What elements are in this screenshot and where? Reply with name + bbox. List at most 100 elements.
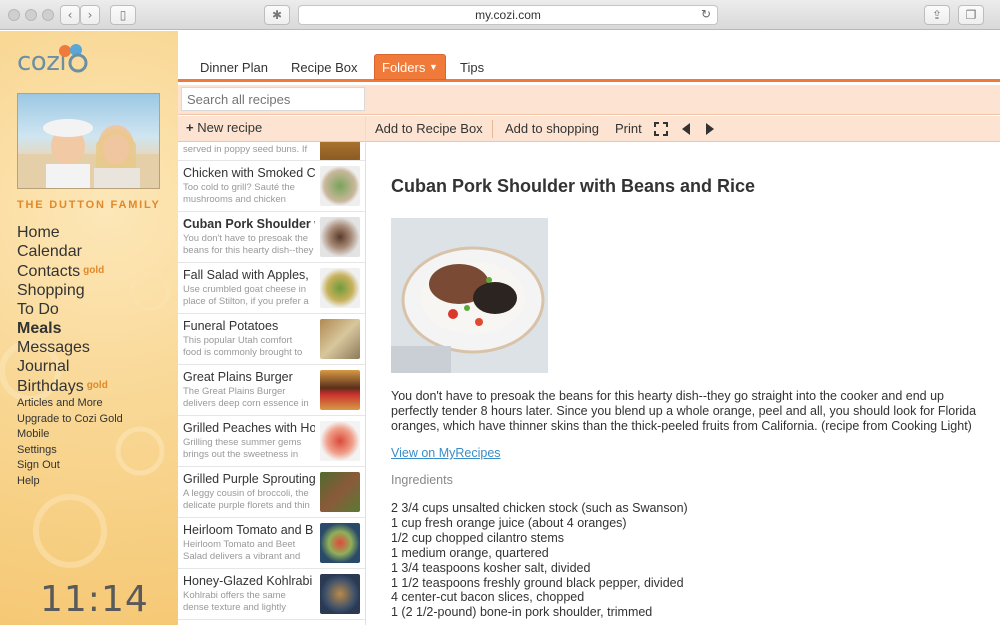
nav-journal[interactable]: Journal: [17, 357, 123, 376]
cozi-logo-icon: [59, 44, 88, 73]
recipe-thumbnail: [320, 370, 360, 410]
nav-meals[interactable]: Meals: [17, 319, 123, 338]
previous-arrow-icon[interactable]: [680, 122, 692, 136]
tab-folders[interactable]: Folders ▼: [374, 54, 446, 80]
nav-sign-out[interactable]: Sign Out: [17, 458, 123, 474]
recipe-snippet: served in poppy seed buns. If: [183, 144, 308, 155]
nav-upgrade-gold[interactable]: Upgrade to Cozi Gold: [17, 412, 123, 428]
gold-badge: gold: [83, 265, 105, 276]
tab-tips[interactable]: Tips: [460, 54, 484, 80]
recipe-snippet: Use crumbled goat cheese in place of Stil…: [183, 284, 309, 307]
nav-mobile[interactable]: Mobile: [17, 427, 123, 443]
meals-panel: Dinner Plan Recipe Box Folders ▼ Tips + …: [178, 44, 1000, 625]
nav-calendar[interactable]: Calendar: [17, 242, 123, 261]
recipe-list-item[interactable]: served in poppy seed buns. If: [178, 142, 365, 161]
recipe-snippet: You don't have to presoak the beans for t…: [183, 233, 314, 256]
recipe-thumbnail: [320, 523, 360, 563]
meals-tabs: Dinner Plan Recipe Box Folders ▼ Tips: [178, 44, 1000, 82]
add-to-recipe-box-button[interactable]: Add to Recipe Box: [375, 121, 483, 136]
recipe-list-item[interactable]: Chicken with Smoked C Too cold to grill?…: [178, 161, 365, 212]
ingredient-item: 1/2 cup chopped cilantro stems: [391, 530, 565, 545]
minimize-window-button[interactable]: [25, 9, 37, 21]
recipe-title: Funeral Potatoes: [183, 319, 279, 333]
recipe-list-item[interactable]: Funeral Potatoes This popular Utah comfo…: [178, 314, 365, 365]
nav-contacts[interactable]: Contacts gold: [17, 261, 123, 281]
caret-down-icon: ▼: [428, 62, 438, 72]
recipe-photo: [391, 218, 548, 373]
nav-shopping[interactable]: Shopping: [17, 281, 123, 300]
nav-home[interactable]: Home: [17, 223, 123, 242]
tabs-overview-icon[interactable]: ❐: [958, 5, 984, 25]
forward-arrow-icon[interactable]: ›: [80, 5, 100, 25]
nav-help[interactable]: Help: [17, 474, 123, 490]
recipe-detail: Cuban Pork Shoulder with Beans and Rice …: [366, 143, 1000, 625]
recipe-list-item[interactable]: Grilled Peaches with Ho Grilling these s…: [178, 416, 365, 467]
search-bar-row: [178, 85, 1000, 115]
recipe-list: served in poppy seed buns. If Chicken wi…: [178, 142, 365, 620]
recipe-list-item[interactable]: Heirloom Tomato and B Heirloom Tomato an…: [178, 518, 365, 569]
sidebar-toggle-icon[interactable]: ▯: [110, 5, 136, 25]
nav-messages[interactable]: Messages: [17, 338, 123, 357]
recipe-title: Great Plains Burger: [183, 370, 293, 384]
recipe-description: You don't have to presoak the beans for …: [391, 389, 977, 433]
close-window-button[interactable]: [8, 9, 20, 21]
recipe-thumbnail: [320, 268, 360, 308]
tab-dinner-plan[interactable]: Dinner Plan: [200, 54, 268, 80]
sidebar: cozi THE DUTTON FAMILY Home Calendar Con…: [0, 31, 178, 625]
recipe-thumbnail: [320, 421, 360, 461]
ingredients-heading: Ingredients: [391, 473, 453, 487]
recipe-thumbnail: [320, 319, 360, 359]
recipe-snippet: This popular Utah comfort food is commonl…: [183, 335, 303, 358]
recipe-title: Heirloom Tomato and B: [183, 523, 314, 537]
zoom-window-button[interactable]: [42, 9, 54, 21]
fullscreen-icon[interactable]: [654, 122, 668, 136]
gold-badge: gold: [86, 380, 108, 391]
recipe-thumbnail: [320, 574, 360, 614]
add-to-shopping-button[interactable]: Add to shopping: [505, 121, 599, 136]
recipe-title: Honey-Glazed Kohlrabi: [183, 574, 313, 588]
toolbar-divider: [492, 120, 493, 138]
recipe-list-item[interactable]: Great Plains Burger The Great Plains Bur…: [178, 365, 365, 416]
recipe-snippet: Too cold to grill? Sauté the mushrooms an…: [183, 182, 295, 205]
plus-icon: +: [186, 120, 194, 135]
clock: 11:14: [40, 579, 149, 620]
recipe-list-item[interactable]: Cuban Pork Shoulder w You don't have to …: [178, 212, 365, 263]
recipe-title: Chicken with Smoked C: [183, 166, 315, 180]
print-button[interactable]: Print: [615, 121, 642, 136]
recipe-snippet: The Great Plains Burger delivers deep cor…: [183, 386, 309, 409]
tab-recipe-box[interactable]: Recipe Box: [291, 54, 357, 80]
ingredient-item: 1 cup fresh orange juice (about 4 orange…: [391, 515, 627, 530]
recipe-thumbnail: [320, 472, 360, 512]
nav-birthdays[interactable]: Birthdays gold: [17, 376, 123, 396]
recipe-list-pane: + New recipe served in poppy seed buns. …: [178, 116, 366, 625]
recipe-list-item[interactable]: Grilled Purple Sprouting A leggy cousin …: [178, 467, 365, 518]
main-navigation: Home Calendar Contacts gold Shopping To D…: [17, 223, 123, 490]
view-on-myrecipes-link[interactable]: View on MyRecipes: [391, 446, 501, 460]
ingredient-item: 1 3/4 teaspoons kosher salt, divided: [391, 560, 591, 575]
reload-icon[interactable]: ↻: [701, 7, 711, 21]
recipe-snippet: Grilling these summer gems brings out the…: [183, 437, 302, 460]
ingredient-item: 1 1/2 teaspoons freshly ground black pep…: [391, 575, 684, 590]
recipe-search-input[interactable]: [181, 87, 365, 111]
recipe-snippet: Heirloom Tomato and Beet Salad delivers a…: [183, 539, 301, 562]
recipe-snippet: A leggy cousin of broccoli, the delicate …: [183, 488, 310, 511]
nav-todo[interactable]: To Do: [17, 300, 123, 319]
recipe-title: Cuban Pork Shoulder with Beans and Rice: [391, 176, 756, 196]
next-arrow-icon[interactable]: [704, 122, 716, 136]
back-arrow-icon[interactable]: ‹: [60, 5, 80, 25]
recipe-toolbar: Add to Recipe Box Add to shopping Print: [366, 116, 1000, 142]
nav-settings[interactable]: Settings: [17, 443, 123, 459]
recipe-list-item[interactable]: Fall Salad with Apples, Use crumbled goa…: [178, 263, 365, 314]
recipe-list-item[interactable]: Honey-Glazed Kohlrabi Kohlrabi offers th…: [178, 569, 365, 620]
address-bar[interactable]: my.cozi.com ↻: [298, 5, 718, 25]
ingredient-item: 1 medium orange, quartered: [391, 545, 549, 560]
nav-articles[interactable]: Articles and More: [17, 396, 123, 412]
recipe-title: Grilled Peaches with Ho: [183, 421, 315, 435]
recipe-title: Cuban Pork Shoulder w: [183, 217, 315, 231]
share-icon[interactable]: ⇪: [924, 5, 950, 25]
ingredient-item: 4 center-cut bacon slices, chopped: [391, 590, 585, 605]
new-recipe-button[interactable]: + New recipe: [178, 116, 365, 142]
recipe-title: Fall Salad with Apples,: [183, 268, 309, 282]
url-text: my.cozi.com: [475, 8, 541, 22]
extension-icon[interactable]: ✱: [264, 5, 290, 25]
